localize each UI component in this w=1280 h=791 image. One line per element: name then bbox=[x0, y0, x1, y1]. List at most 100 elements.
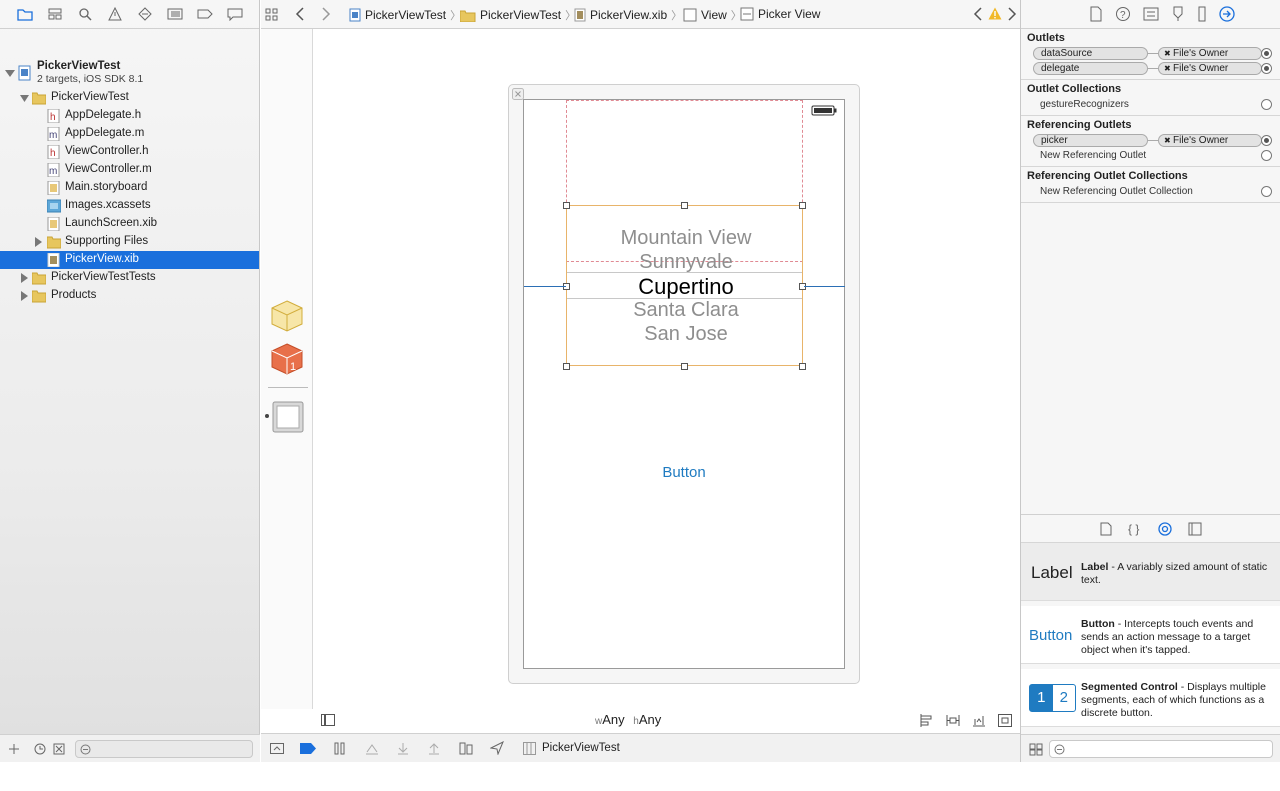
outlet-name[interactable]: dataSource bbox=[1033, 47, 1148, 60]
connection-circle[interactable] bbox=[1261, 135, 1272, 146]
file-inspector-icon[interactable] bbox=[1089, 6, 1103, 22]
warning-icon[interactable] bbox=[106, 5, 124, 23]
source-control-filter-icon[interactable] bbox=[53, 743, 65, 755]
step-out-icon[interactable] bbox=[428, 742, 440, 755]
location-icon[interactable] bbox=[490, 741, 504, 755]
breakpoint-icon[interactable] bbox=[196, 5, 214, 23]
crumb-view[interactable]: View 〉 bbox=[683, 7, 742, 23]
tree-item-file[interactable]: Main.storyboard bbox=[0, 179, 259, 197]
tree-item-group[interactable]: Supporting Files bbox=[0, 233, 259, 251]
step-into-icon[interactable] bbox=[397, 742, 409, 755]
folder-icon[interactable] bbox=[16, 5, 34, 23]
symbol-navigator-icon[interactable] bbox=[46, 5, 64, 23]
view-object-icon[interactable] bbox=[272, 401, 304, 433]
library-filter-field[interactable] bbox=[1049, 740, 1273, 758]
view-debugger-icon[interactable] bbox=[459, 742, 473, 755]
library-item-label[interactable]: Label Label - A variably sized amount of… bbox=[1021, 543, 1280, 601]
step-over-icon[interactable] bbox=[365, 742, 379, 755]
project-root[interactable]: PickerViewTest 2 targets, iOS SDK 8.1 bbox=[0, 60, 259, 87]
object-library-icon[interactable] bbox=[1157, 521, 1172, 536]
first-responder-cube-icon[interactable]: 1 bbox=[270, 342, 304, 376]
resolve-issues-icon[interactable] bbox=[972, 714, 986, 727]
recent-files-clock-icon[interactable] bbox=[34, 743, 46, 755]
disconnect-x-icon[interactable]: ✖ bbox=[1164, 135, 1171, 146]
attributes-inspector-icon[interactable] bbox=[1171, 6, 1185, 22]
leading-constraint[interactable] bbox=[524, 286, 566, 287]
pin-icon[interactable] bbox=[946, 714, 960, 727]
tree-item-file[interactable]: Images.xcassets bbox=[0, 197, 259, 215]
disclosure-closed-icon[interactable] bbox=[34, 237, 44, 247]
tree-item-group[interactable]: PickerViewTestTests bbox=[0, 269, 259, 287]
connections-inspector-icon[interactable] bbox=[1219, 6, 1235, 22]
outlet-target[interactable]: ✖ File's Owner bbox=[1158, 47, 1262, 60]
grid-view-icon[interactable] bbox=[1029, 743, 1043, 756]
button-element[interactable]: Button bbox=[524, 464, 844, 481]
media-library-icon[interactable] bbox=[1188, 522, 1202, 536]
tree-item-file[interactable]: m ViewController.m bbox=[0, 161, 259, 179]
tree-item-file[interactable]: h AppDelegate.h bbox=[0, 107, 259, 125]
trailing-constraint[interactable] bbox=[804, 286, 845, 287]
size-class-control[interactable]: wAny hAny bbox=[595, 712, 661, 727]
back-chevron-icon[interactable] bbox=[295, 7, 305, 21]
crumb-picker-view[interactable]: Picker View bbox=[740, 7, 820, 21]
align-icon[interactable] bbox=[920, 714, 934, 727]
disclosure-closed-icon[interactable] bbox=[20, 291, 30, 301]
crumb-project[interactable]: PickerViewTest 〉 bbox=[349, 7, 461, 23]
hide-debug-area-icon[interactable] bbox=[270, 743, 284, 754]
tree-item-group[interactable]: Products bbox=[0, 287, 259, 305]
disclosure-open-icon[interactable] bbox=[20, 94, 30, 104]
tree-item-file[interactable]: m AppDelegate.m bbox=[0, 125, 259, 143]
library-item-button[interactable]: Button Button - Intercepts touch events … bbox=[1021, 606, 1280, 664]
forward-chevron-icon[interactable] bbox=[321, 7, 331, 21]
search-icon[interactable] bbox=[76, 5, 94, 23]
connection-circle[interactable] bbox=[1261, 63, 1272, 74]
disclosure-open-icon[interactable] bbox=[5, 69, 15, 79]
outlet-name[interactable]: delegate bbox=[1033, 62, 1148, 75]
test-diamond-icon[interactable] bbox=[136, 5, 154, 23]
connection-circle[interactable] bbox=[1261, 150, 1272, 161]
resize-handle[interactable] bbox=[563, 202, 570, 209]
document-outline-toggle-icon[interactable] bbox=[321, 714, 335, 726]
next-issue-icon[interactable] bbox=[1007, 7, 1017, 21]
file-template-library-icon[interactable] bbox=[1100, 522, 1112, 536]
resize-handle[interactable] bbox=[681, 202, 688, 209]
warning-icon[interactable] bbox=[988, 7, 1002, 20]
crumb-file[interactable]: PickerView.xib 〉 bbox=[574, 7, 682, 23]
pause-icon[interactable] bbox=[334, 742, 346, 755]
identity-inspector-icon[interactable] bbox=[1143, 7, 1159, 21]
breakpoints-toggle-icon[interactable] bbox=[300, 743, 316, 754]
report-icon[interactable] bbox=[226, 5, 244, 23]
add-icon[interactable] bbox=[8, 743, 20, 755]
resizing-behavior-icon[interactable] bbox=[998, 714, 1012, 727]
root-view[interactable]: Mountain View Sunnyvale Cupertino Santa … bbox=[523, 99, 845, 669]
outlet-target[interactable]: ✖ File's Owner bbox=[1158, 62, 1262, 75]
quick-help-icon[interactable]: ? bbox=[1115, 6, 1131, 22]
disconnect-x-icon[interactable]: ✖ bbox=[1164, 48, 1171, 59]
connection-circle[interactable] bbox=[1261, 186, 1272, 197]
library-item-segmented-control[interactable]: 1 2 Segmented Control - Displays multipl… bbox=[1021, 669, 1280, 727]
previous-issue-icon[interactable] bbox=[973, 7, 983, 21]
files-owner-cube-icon[interactable] bbox=[270, 299, 304, 333]
tree-item-file[interactable]: LaunchScreen.xib bbox=[0, 215, 259, 233]
resize-handle[interactable] bbox=[799, 363, 806, 370]
tree-item-group[interactable]: PickerViewTest bbox=[0, 89, 259, 107]
resize-handle[interactable] bbox=[681, 363, 688, 370]
tree-item-file-selected[interactable]: PickerView.xib bbox=[0, 251, 259, 269]
referencing-outlet-name[interactable]: picker bbox=[1033, 134, 1148, 147]
crumb-group[interactable]: PickerViewTest 〉 bbox=[460, 7, 576, 23]
outlet-target[interactable]: ✖ File's Owner bbox=[1158, 134, 1262, 147]
size-inspector-icon[interactable] bbox=[1197, 6, 1207, 22]
disclosure-closed-icon[interactable] bbox=[20, 273, 30, 283]
debug-list-icon[interactable] bbox=[166, 5, 184, 23]
connection-circle[interactable] bbox=[1261, 99, 1272, 110]
disconnect-x-icon[interactable]: ✖ bbox=[1164, 63, 1171, 74]
code-snippet-library-icon[interactable]: { } bbox=[1128, 522, 1142, 536]
related-items-grid-icon[interactable] bbox=[265, 8, 279, 21]
resize-handle[interactable] bbox=[799, 202, 806, 209]
picker-view[interactable]: Mountain View Sunnyvale Cupertino Santa … bbox=[563, 202, 806, 370]
tree-item-file[interactable]: h ViewController.h bbox=[0, 143, 259, 161]
resize-handle[interactable] bbox=[563, 363, 570, 370]
connection-circle[interactable] bbox=[1261, 48, 1272, 59]
navigator-filter-field[interactable] bbox=[75, 740, 253, 758]
section-divider bbox=[1021, 202, 1280, 203]
